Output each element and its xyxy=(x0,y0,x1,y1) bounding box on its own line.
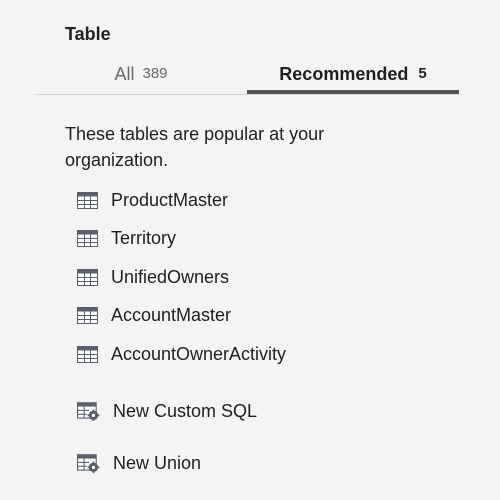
tab-recommended[interactable]: Recommended 5 xyxy=(247,62,459,94)
new-custom-sql-label: New Custom SQL xyxy=(113,400,258,421)
table-item-label: AccountMaster xyxy=(111,304,232,325)
table-item-label: ProductMaster xyxy=(111,189,229,210)
table-gear-icon xyxy=(77,453,100,473)
section-title: Table xyxy=(65,24,111,44)
tab-all-count: 389 xyxy=(142,65,168,82)
table-item-label: UnifiedOwners xyxy=(111,266,230,287)
table-item-territory[interactable]: Territory xyxy=(77,224,176,252)
table-item-accountowneractivity[interactable]: AccountOwnerActivity xyxy=(77,340,286,368)
tab-all[interactable]: All 389 xyxy=(35,62,247,92)
table-item-accountmaster[interactable]: AccountMaster xyxy=(77,301,231,329)
table-gear-icon xyxy=(77,401,100,421)
new-custom-sql-item[interactable]: New Custom SQL xyxy=(77,397,257,425)
tab-bar: All 389 Recommended 5 xyxy=(35,62,459,95)
new-union-label: New Union xyxy=(113,452,202,473)
table-grid-icon xyxy=(77,229,98,247)
table-grid-icon xyxy=(77,345,98,363)
table-grid-icon xyxy=(77,191,98,209)
new-union-item[interactable]: New Union xyxy=(77,449,201,477)
data-source-panel: Table All 389 Recommended 5 These tables… xyxy=(0,0,500,500)
table-item-label: Territory xyxy=(111,227,177,248)
tab-all-label: All xyxy=(114,64,135,84)
recommendation-description: These tables are popular at your organiz… xyxy=(65,124,325,170)
table-grid-icon xyxy=(77,306,98,324)
table-grid-icon xyxy=(77,268,98,286)
tab-recommended-label: Recommended xyxy=(279,64,409,84)
table-item-unifiedowners[interactable]: UnifiedOwners xyxy=(77,263,229,291)
tab-recommended-count: 5 xyxy=(418,65,427,82)
table-item-productmaster[interactable]: ProductMaster xyxy=(77,186,228,214)
table-item-label: AccountOwnerActivity xyxy=(111,343,287,364)
